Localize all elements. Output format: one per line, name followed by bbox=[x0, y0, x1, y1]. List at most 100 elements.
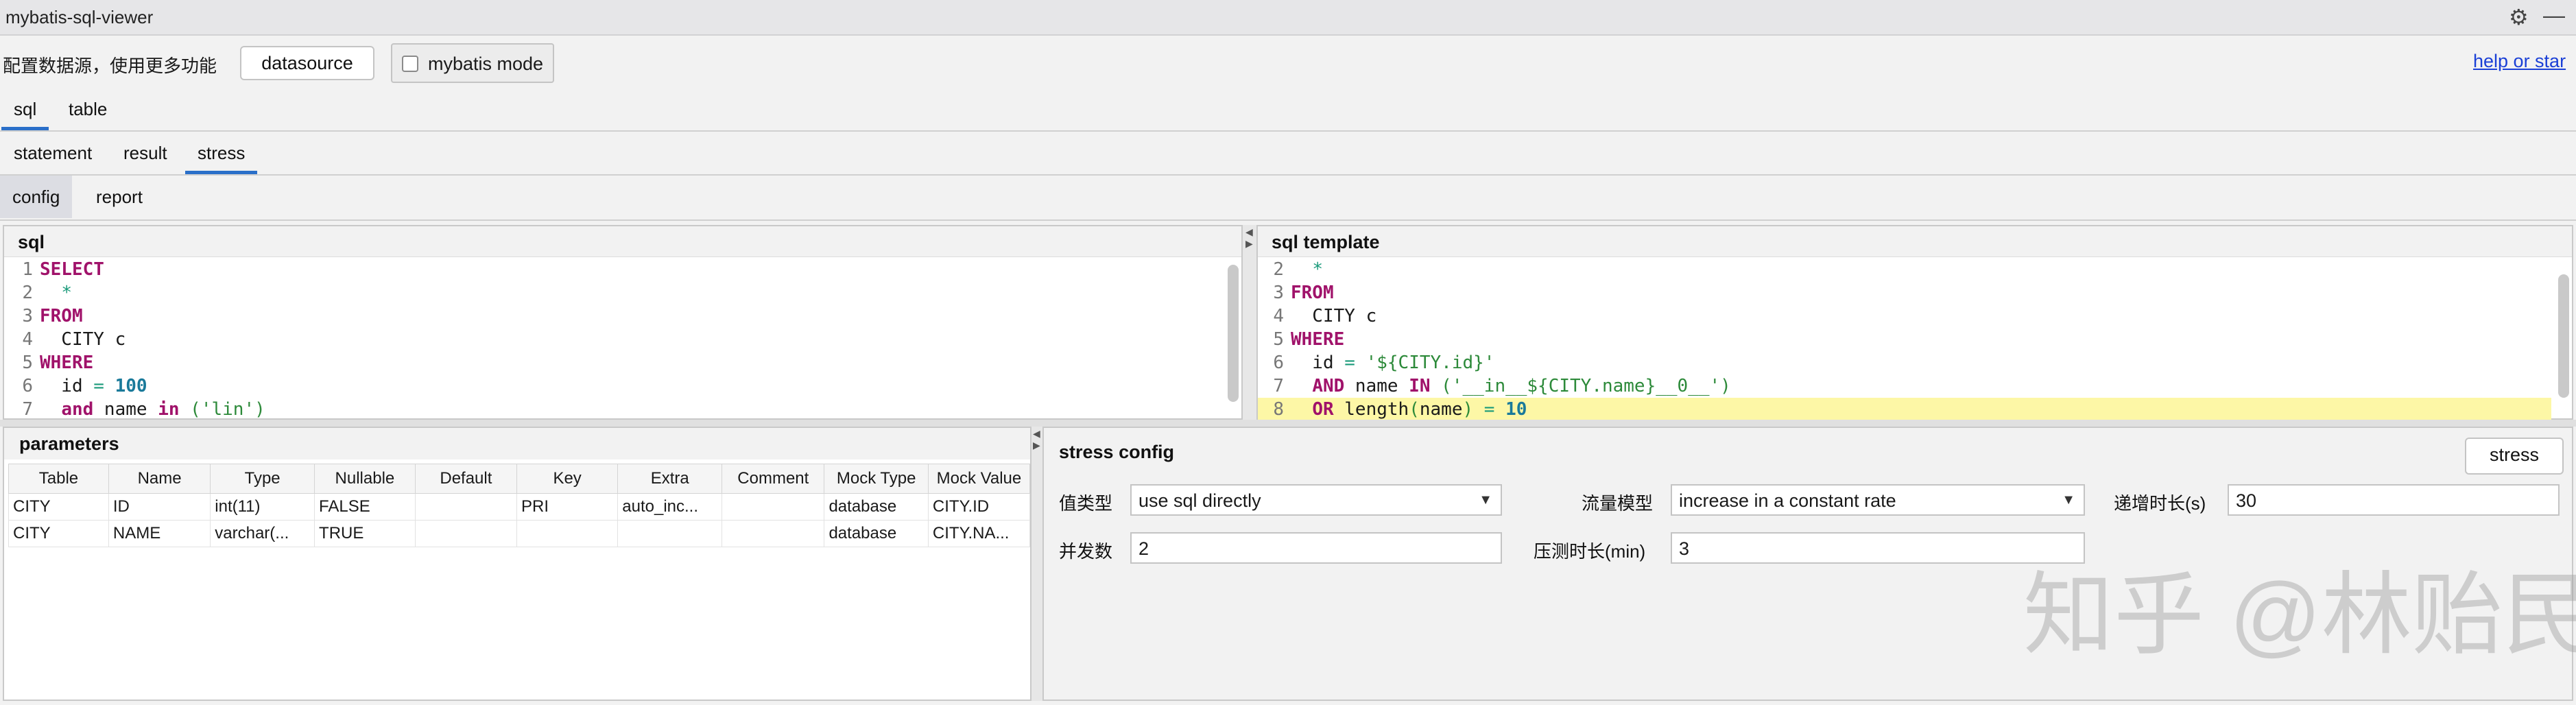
code-token: ('lin') bbox=[190, 399, 265, 420]
code-token: = bbox=[1483, 399, 1495, 420]
table-cell[interactable]: TRUE bbox=[314, 520, 416, 547]
code-token: 100 bbox=[115, 376, 147, 396]
code-token: ('__in__${CITY.name}__0__') bbox=[1441, 376, 1731, 396]
code-line: 7 AND name IN ('__in__${CITY.name}__0__'… bbox=[1258, 374, 2551, 398]
mybatis-mode-toggle[interactable]: mybatis mode bbox=[391, 43, 554, 83]
vertical-splitter[interactable]: ◀ ▶ bbox=[1243, 225, 1256, 420]
column-header[interactable]: Extra bbox=[617, 464, 723, 494]
column-header[interactable]: Table bbox=[8, 464, 109, 494]
mybatis-mode-checkbox[interactable] bbox=[402, 56, 418, 72]
column-header[interactable]: Nullable bbox=[314, 464, 416, 494]
value-type-value: use sql directly bbox=[1138, 490, 1261, 511]
code-token: 10 bbox=[1505, 399, 1527, 420]
code-line: 5 WHERE bbox=[1258, 328, 2551, 351]
table-cell[interactable]: CITY bbox=[8, 520, 109, 547]
table-row[interactable]: CITY ID int(11) FALSE PRI auto_inc... database… bbox=[8, 493, 1031, 521]
table-cell[interactable] bbox=[414, 520, 518, 547]
sql-code-area[interactable]: 1 SELECT 2 * 3 FROM 4 CITY c 5 WHERE 6 id = 100 7… bbox=[4, 258, 1221, 421]
template-scrollbar[interactable] bbox=[2558, 274, 2569, 398]
horizontal-splitter[interactable] bbox=[0, 420, 2576, 427]
table-cell[interactable]: varchar(... bbox=[210, 520, 315, 547]
column-header[interactable]: Default bbox=[414, 464, 518, 494]
traffic-model-select[interactable]: increase in a constant rate ▼ bbox=[1671, 484, 2085, 516]
concurrency-input[interactable]: 2 bbox=[1130, 532, 1502, 564]
title-bar: mybatis-sql-viewer ⚙ — bbox=[0, 0, 2576, 36]
code-line: 7 and name in ('lin') bbox=[4, 398, 1221, 421]
sql-template-code-area[interactable]: 2 * 3 FROM 4 CITY c 5 WHERE 6 id = '${CITY.id}… bbox=[1258, 258, 2551, 421]
code-line: 6 id = '${CITY.id}' bbox=[1258, 351, 2551, 374]
tab-statement[interactable]: statement bbox=[1, 132, 104, 174]
code-token: '${CITY.id}' bbox=[1365, 352, 1495, 373]
table-cell[interactable]: NAME bbox=[108, 520, 211, 547]
sql-scrollbar[interactable] bbox=[1228, 265, 1239, 402]
code-token: * bbox=[1312, 259, 1323, 280]
test-duration-label: 压测时长(min) bbox=[1534, 541, 1646, 562]
code-token: ) bbox=[1462, 399, 1474, 420]
column-header[interactable]: Key bbox=[516, 464, 619, 494]
table-cell[interactable]: CITY.NA... bbox=[927, 520, 1031, 547]
toolbar: 配置数据源，使用更多功能 bbox=[0, 36, 2576, 92]
tab-table[interactable]: table bbox=[56, 88, 119, 130]
code-line: 4 CITY c bbox=[1258, 304, 2551, 328]
value-type-select[interactable]: use sql directly ▼ bbox=[1130, 484, 1502, 516]
column-header[interactable]: Mock Type bbox=[824, 464, 929, 494]
column-header[interactable]: Comment bbox=[721, 464, 825, 494]
ramp-duration-value: 30 bbox=[2236, 490, 2257, 511]
code-token: = bbox=[93, 376, 104, 396]
table-cell[interactable]: CITY bbox=[8, 493, 109, 521]
sub-tab-bar: statement result stress bbox=[0, 132, 2576, 176]
line-number: 3 bbox=[1273, 283, 1284, 303]
tab-stress[interactable]: stress bbox=[185, 132, 258, 174]
table-cell[interactable] bbox=[721, 520, 825, 547]
column-header[interactable]: Type bbox=[210, 464, 315, 494]
tab-config[interactable]: config bbox=[0, 176, 73, 218]
table-cell[interactable] bbox=[617, 520, 723, 547]
code-line: 3 FROM bbox=[1258, 281, 2551, 304]
chevron-down-icon: ▼ bbox=[2062, 492, 2075, 507]
line-number: 7 bbox=[1273, 376, 1284, 396]
sql-template-panel: sql template 2 * 3 FROM 4 CITY c 5 WHERE 6 id … bbox=[1256, 225, 2573, 421]
code-line: 5 WHERE bbox=[4, 351, 1221, 374]
parameters-table: Table Name Type Nullable Default Key Extra Comm… bbox=[8, 464, 1031, 547]
ramp-duration-input[interactable]: 30 bbox=[2228, 484, 2560, 516]
code-token: = bbox=[1344, 352, 1355, 373]
minimize-icon[interactable]: — bbox=[2543, 3, 2565, 28]
gear-icon[interactable]: ⚙ bbox=[2509, 4, 2529, 30]
traffic-model-value: increase in a constant rate bbox=[1679, 490, 1896, 511]
table-row[interactable]: CITY NAME varchar(... TRUE database CITY.NA..… bbox=[8, 520, 1031, 547]
window-title: mybatis-sql-viewer bbox=[5, 7, 154, 27]
table-cell[interactable] bbox=[516, 520, 619, 547]
bottom-splitter[interactable]: ◀ ▶ bbox=[1031, 427, 1042, 701]
tab-sql[interactable]: sql bbox=[1, 88, 49, 130]
sql-template-title: sql template bbox=[1272, 232, 1380, 252]
tab-result[interactable]: result bbox=[111, 132, 180, 174]
code-token: CITY c bbox=[1291, 306, 1377, 326]
table-cell[interactable]: auto_inc... bbox=[617, 493, 723, 521]
table-cell[interactable]: ID bbox=[108, 493, 211, 521]
stress-tab-bar: config report bbox=[0, 176, 2576, 221]
code-token: FROM bbox=[1291, 283, 1334, 303]
table-cell[interactable]: database bbox=[824, 493, 929, 521]
table-cell[interactable]: database bbox=[824, 520, 929, 547]
table-cell[interactable] bbox=[721, 493, 825, 521]
tab-report[interactable]: report bbox=[84, 176, 155, 218]
code-token: AND bbox=[1312, 376, 1345, 396]
parameters-title: parameters bbox=[19, 433, 119, 454]
column-header[interactable]: Mock Value bbox=[927, 464, 1031, 494]
code-token: WHERE bbox=[40, 352, 94, 373]
help-link[interactable]: help or star bbox=[2473, 51, 2566, 72]
datasource-button[interactable]: datasource bbox=[240, 46, 374, 80]
table-cell[interactable]: PRI bbox=[516, 493, 619, 521]
code-token: CITY c bbox=[40, 329, 126, 350]
table-cell[interactable]: FALSE bbox=[314, 493, 416, 521]
stress-button[interactable]: stress bbox=[2465, 438, 2564, 475]
column-header[interactable]: Name bbox=[108, 464, 211, 494]
table-cell[interactable] bbox=[414, 493, 518, 521]
table-cell[interactable]: CITY.ID bbox=[927, 493, 1031, 521]
table-cell[interactable]: int(11) bbox=[210, 493, 315, 521]
